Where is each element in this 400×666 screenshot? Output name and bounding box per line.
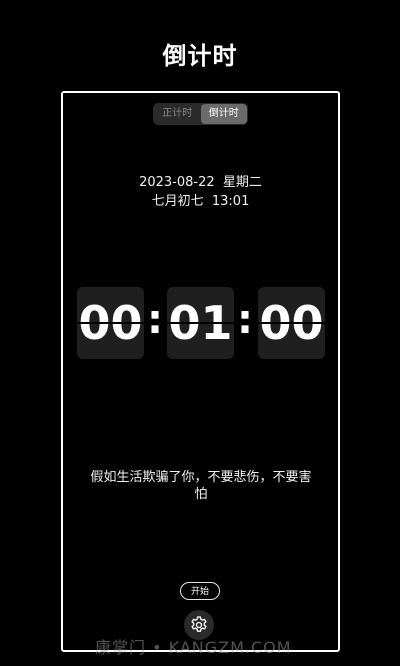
page-title: 倒计时 — [162, 42, 238, 70]
date-info: 2023-08-22 星期二 七月初七 13:01 — [63, 173, 338, 211]
lunar-date-time: 七月初七 13:01 — [151, 194, 250, 209]
gregorian-date: 2023-08-22 星期二 — [139, 175, 262, 190]
minutes-value: 01 — [168, 296, 233, 350]
tab-countdown[interactable]: 倒计时 — [200, 104, 247, 124]
quote-text: 假如生活欺骗了你，不要悲伤，不要害怕 — [90, 470, 312, 502]
start-button[interactable]: 开始 — [180, 582, 220, 600]
minutes-card: 01 — [167, 287, 234, 359]
tab-count-up[interactable]: 正计时 — [154, 104, 201, 124]
hours-card: 00 — [77, 287, 144, 359]
watermark: 康掌门 • KANGZM.COM — [95, 638, 292, 657]
mode-toggle: 正计时 倒计时 — [153, 103, 248, 125]
colon-separator: : — [237, 297, 253, 343]
gear-icon — [191, 616, 207, 632]
seconds-card: 00 — [258, 287, 325, 359]
countdown-timer: 00 : 01 : 00 — [75, 287, 326, 359]
colon-separator: : — [147, 297, 163, 343]
phone-screen-frame: 正计时 倒计时 2023-08-22 星期二 七月初七 13:01 00 : 0… — [61, 91, 340, 652]
seconds-value: 00 — [259, 296, 324, 350]
hours-value: 00 — [78, 296, 143, 350]
